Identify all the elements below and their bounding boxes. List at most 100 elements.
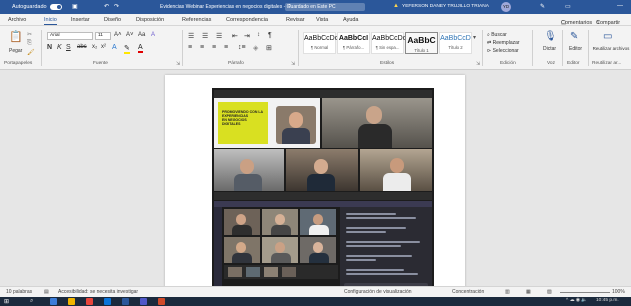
pen-icon[interactable]: ✎ — [540, 3, 545, 10]
word-count[interactable]: 10 palabras — [6, 289, 32, 295]
web-layout-icon[interactable]: ▧ — [547, 289, 552, 295]
style-titulo-2[interactable]: AaBbCcD Título 2 — [439, 32, 472, 54]
italic-icon[interactable]: K — [57, 44, 62, 51]
system-tray-icon[interactable]: ^ ☁ ◉ 🔈 — [566, 298, 587, 303]
menu-inicio[interactable]: Inicio — [44, 17, 57, 25]
replace-button[interactable]: ⇄ Reemplazar — [487, 40, 520, 46]
font-dialog-launcher-icon[interactable]: ⇲ — [176, 61, 180, 67]
superscript-icon[interactable]: x² — [101, 44, 106, 50]
clear-format-icon[interactable]: A — [151, 32, 155, 38]
proofing-icon[interactable]: ▤ — [44, 289, 49, 295]
menu-revisar[interactable]: Revisar — [286, 17, 305, 23]
person-body — [271, 253, 291, 263]
user-name[interactable]: YEFERSON DANEY TRUJILLO TRIANA — [402, 4, 489, 9]
style-sin-espaciado[interactable]: AaBbCcDc ¶ Sin espa... — [371, 32, 406, 54]
subscript-icon[interactable]: x₂ — [92, 44, 97, 50]
avatar[interactable]: YD — [501, 2, 511, 12]
person-face — [275, 242, 285, 253]
shrink-font-icon[interactable]: A˅ — [126, 32, 134, 38]
align-center-icon[interactable]: ≡ — [200, 44, 204, 51]
windows-start-icon[interactable]: ⊞ — [4, 298, 9, 305]
editor-label[interactable]: Editor — [569, 46, 582, 52]
focus-mode[interactable]: Concentración — [452, 289, 484, 295]
person-body — [232, 253, 252, 263]
search-box[interactable]: ⌕ — [285, 3, 365, 11]
menu-archivo[interactable]: Archivo — [8, 17, 26, 23]
underline-icon[interactable]: S — [66, 44, 71, 51]
bold-icon[interactable]: N — [47, 44, 52, 51]
redo-icon[interactable]: ↷ — [114, 3, 119, 10]
zoom-slider[interactable] — [560, 292, 610, 293]
sort-icon[interactable]: ↕ — [257, 32, 260, 38]
copy-icon[interactable]: ⎘ — [27, 40, 32, 47]
powerpoint-icon[interactable] — [158, 298, 165, 305]
reuse-files-label[interactable]: Reutilizar archivos — [592, 46, 630, 51]
font-size-field[interactable]: 11 — [95, 32, 111, 40]
cut-icon[interactable]: ✂ — [27, 31, 32, 38]
zoom-level[interactable]: 100% — [612, 289, 625, 295]
chrome-icon[interactable] — [86, 298, 93, 305]
search-icon[interactable]: ⌕ — [30, 298, 33, 305]
align-left-icon[interactable]: ≡ — [188, 44, 192, 51]
presentation-slide: PROMOVIENDO CON LA EXPERIENCIAS EN NEGOC… — [214, 98, 320, 148]
autosave-toggle[interactable] — [50, 4, 62, 10]
menu-insertar[interactable]: Insertar — [71, 17, 90, 23]
menu-correspondencia[interactable]: Correspondencia — [226, 17, 268, 23]
line-spacing-icon[interactable]: ↕≡ — [238, 44, 246, 51]
paste-label[interactable]: Pegar — [9, 48, 22, 54]
clock[interactable]: 10:45 p.m. — [596, 298, 619, 303]
font-name-field[interactable]: Arial — [47, 32, 93, 40]
microphone-icon[interactable]: 🎙 — [544, 31, 557, 42]
task-view-icon[interactable] — [50, 298, 57, 305]
save-icon[interactable]: ▣ — [72, 3, 78, 10]
clipboard-icon[interactable]: 📋 — [9, 30, 23, 43]
embedded-screenshot[interactable]: PROMOVIENDO CON LA EXPERIENCIAS EN NEGOC… — [212, 88, 434, 295]
style-parrafo[interactable]: AaBbCcI ¶ Párrafo... — [337, 32, 370, 54]
menu-ayuda[interactable]: Ayuda — [343, 17, 359, 23]
print-layout-icon[interactable]: ▦ — [526, 289, 531, 295]
strikethrough-icon[interactable]: abc — [77, 44, 87, 50]
text-effects-icon[interactable]: A — [112, 44, 117, 51]
align-right-icon[interactable]: ≡ — [212, 44, 216, 51]
edge-icon[interactable] — [104, 298, 111, 305]
decrease-indent-icon[interactable]: ⇤ — [232, 32, 238, 40]
bullets-icon[interactable]: ☰ — [188, 32, 194, 40]
undo-icon[interactable]: ↶ — [104, 3, 109, 10]
editor-icon[interactable]: ✎ — [570, 31, 578, 42]
highlight-icon[interactable]: ✎ — [124, 44, 130, 54]
read-mode-icon[interactable]: ▥ — [505, 289, 510, 295]
ribbon-display-icon[interactable]: ▭ — [565, 3, 571, 10]
styles-more-icon[interactable]: ▾ — [473, 34, 476, 41]
grow-font-icon[interactable]: A˄ — [114, 32, 122, 38]
menu-disposicion[interactable]: Disposición — [136, 17, 164, 23]
menu-vista[interactable]: Vista — [316, 17, 328, 23]
reuse-files-icon[interactable]: ▭ — [603, 31, 612, 42]
dictate-label[interactable]: Dictar — [543, 46, 556, 52]
increase-indent-icon[interactable]: ⇥ — [244, 32, 250, 40]
pilcrow-icon[interactable]: ¶ — [268, 32, 272, 39]
borders-icon[interactable]: ⊞ — [266, 44, 272, 52]
find-button[interactable]: ⌕ Buscar — [487, 32, 507, 38]
style-titulo-1[interactable]: AaBbC Título 1 — [405, 32, 438, 54]
file-explorer-icon[interactable] — [68, 298, 75, 305]
paragraph-dialog-launcher-icon[interactable]: ⇲ — [291, 61, 295, 67]
style-normal[interactable]: AaBbCcDc ¶ Normal — [303, 32, 338, 54]
font-color-icon[interactable]: A — [138, 44, 143, 53]
minimize-icon[interactable]: — — [617, 3, 623, 9]
menu-referencias[interactable]: Referencias — [182, 17, 211, 23]
teams-icon[interactable] — [140, 298, 147, 305]
slide-title: PROMOVIENDO CON LA EXPERIENCIAS EN NEGOC… — [222, 110, 263, 126]
word-icon[interactable] — [122, 298, 129, 305]
display-settings[interactable]: Configuración de visualización — [344, 289, 412, 295]
change-case-icon[interactable]: Aa — [138, 32, 145, 38]
format-painter-icon[interactable]: 🖌 — [27, 49, 35, 56]
multilevel-list-icon[interactable]: ☰ — [216, 32, 222, 40]
numbering-icon[interactable]: ☰ — [202, 32, 208, 40]
shading-icon[interactable]: ◈ — [253, 44, 258, 52]
justify-icon[interactable]: ≡ — [224, 44, 228, 51]
accessibility-status[interactable]: Accesibilidad: se necesita investigar — [58, 289, 138, 295]
menu-diseno[interactable]: Diseño — [104, 17, 121, 23]
title-bar: Autoguardado ▣ ↶ ↷ Evidencias Webinar Ex… — [0, 0, 631, 14]
select-button[interactable]: ⊳ Seleccionar — [487, 48, 519, 54]
styles-dialog-launcher-icon[interactable]: ⇲ — [476, 61, 480, 67]
